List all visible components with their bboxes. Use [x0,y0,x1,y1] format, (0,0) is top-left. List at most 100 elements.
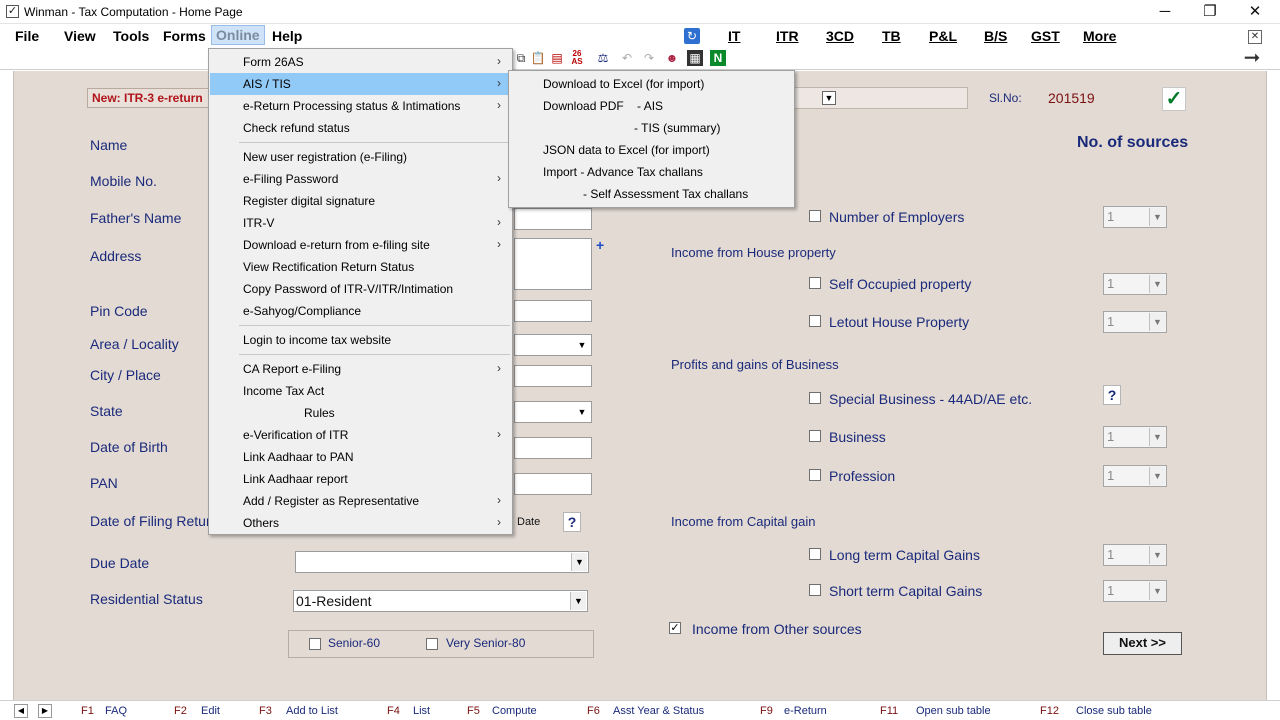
quick-link-3cd[interactable]: 3CD [826,28,854,44]
26as-icon[interactable]: 26 AS [569,50,585,66]
father-name-input[interactable] [514,208,592,230]
menu-tools[interactable]: Tools [108,27,154,45]
letout-spin[interactable]: 1 ▼ [1103,311,1167,333]
menu-item-refund-status[interactable]: Check refund status [210,117,511,139]
nav-right-icon[interactable]: ▶ [38,704,52,718]
menu-item-esahyog[interactable]: e-Sahyog/Compliance [210,300,511,322]
pan-input[interactable] [514,473,592,495]
nav-left-icon[interactable]: ◀ [14,704,28,718]
f5-compute-link[interactable]: Compute [492,705,537,717]
f11-open-sub-link[interactable]: Open sub table [916,705,991,717]
state-combo[interactable]: ▼ [514,401,592,423]
business-spin[interactable]: 1 ▼ [1103,426,1167,448]
self-occupied-spin[interactable]: 1 ▼ [1103,273,1167,295]
menu-item-others[interactable]: Others › [210,512,511,534]
menu-item-rectification-status[interactable]: View Rectification Return Status [210,256,511,278]
scale-icon[interactable]: ⚖ [595,50,611,66]
quick-link-pl[interactable]: P&L [929,28,957,44]
special-business-help-button[interactable]: ? [1103,385,1121,405]
profession-checkbox[interactable] [809,469,821,481]
due-date-combo[interactable]: ▼ [295,551,589,573]
menu-file[interactable]: File [10,27,44,45]
menu-item-efiling-password[interactable]: e-Filing Password › [210,168,511,190]
menu-item-form26as[interactable]: Form 26AS › [210,51,511,73]
undo-icon[interactable]: ↶ [619,50,635,66]
employers-spin[interactable]: 1 ▼ [1103,206,1167,228]
ltcg-checkbox[interactable] [809,548,821,560]
menu-item-ereturn-status[interactable]: e-Return Processing status & Intimations… [210,95,511,117]
menu-item-link-aadhaar-report[interactable]: Link Aadhaar report [210,468,511,490]
close-button[interactable]: ✕ [1240,2,1270,22]
menu-item-rules[interactable]: Rules [210,402,511,424]
film-icon[interactable]: ▦ [687,50,703,66]
assessee-combo[interactable]: ▼ [794,87,968,109]
f4-list-link[interactable]: List [413,705,430,717]
chevron-down-icon[interactable]: ▼ [1149,313,1165,331]
submenu-download-excel[interactable]: Download to Excel (for import) [543,77,704,91]
self-occupied-checkbox[interactable] [809,277,821,289]
redo-icon[interactable]: ↷ [641,50,657,66]
chevron-down-icon[interactable]: ▼ [571,553,587,571]
senior-60-checkbox[interactable] [309,638,321,650]
ltcg-spin[interactable]: 1 ▼ [1103,544,1167,566]
menu-item-ais-tis[interactable]: AIS / TIS › [210,73,511,95]
chevron-down-icon[interactable]: ▼ [822,91,836,105]
chevron-down-icon[interactable]: ▼ [574,336,590,354]
employers-checkbox[interactable] [809,210,821,222]
menu-item-download-ereturn[interactable]: Download e-return from e-filing site › [210,234,511,256]
quick-link-bs[interactable]: B/S [984,28,1007,44]
menu-item-link-aadhaar-pan[interactable]: Link Aadhaar to PAN [210,446,511,468]
other-sources-checkbox[interactable]: ✓ [669,622,681,634]
n-icon[interactable]: N [710,50,726,66]
chevron-down-icon[interactable]: ▼ [1149,582,1165,600]
chevron-down-icon[interactable]: ▼ [1149,275,1165,293]
arrow-right-icon[interactable]: ➞ [1240,48,1264,68]
menu-item-everification[interactable]: e-Verification of ITR › [210,424,511,446]
confirm-check-button[interactable]: ✓ [1162,87,1186,111]
menu-item-income-tax-act[interactable]: Income Tax Act [210,380,511,402]
chevron-down-icon[interactable]: ▼ [570,592,586,610]
copy-icon[interactable]: ⧉ [513,50,529,66]
submenu-tis-summary[interactable]: - TIS (summary) [634,121,720,135]
f12-close-sub-link[interactable]: Close sub table [1076,705,1152,717]
menu-help[interactable]: Help [267,27,307,45]
f2-edit-link[interactable]: Edit [201,705,220,717]
pin-code-input[interactable] [514,300,592,322]
menu-item-add-representative[interactable]: Add / Register as Representative › [210,490,511,512]
quick-link-tb[interactable]: TB [882,28,901,44]
chevron-down-icon[interactable]: ▼ [1149,428,1165,446]
menu-online[interactable]: Online [211,25,265,45]
pdf-icon[interactable]: ▤ [549,50,565,66]
next-button[interactable]: Next >> [1103,632,1182,655]
menu-item-copy-password[interactable]: Copy Password of ITR-V/ITR/Intimation [210,278,511,300]
residential-status-combo[interactable]: 01-Resident ▼ [293,590,588,612]
menu-item-digital-signature[interactable]: Register digital signature [210,190,511,212]
stcg-checkbox[interactable] [809,584,821,596]
refresh-icon[interactable]: ↻ [684,28,700,44]
f9-ereturn-link[interactable]: e-Return [784,705,827,717]
quick-link-itr[interactable]: ITR [776,28,799,44]
quick-link-it[interactable]: IT [728,28,740,44]
dob-input[interactable] [514,437,592,459]
chevron-down-icon[interactable]: ▼ [1149,208,1165,226]
f1-faq-link[interactable]: FAQ [105,705,127,717]
stcg-spin[interactable]: 1 ▼ [1103,580,1167,602]
help-question-button[interactable]: ? [563,512,581,532]
business-checkbox[interactable] [809,430,821,442]
letout-checkbox[interactable] [809,315,821,327]
quick-link-gst[interactable]: GST [1031,28,1060,44]
menu-item-login-website[interactable]: Login to income tax website [210,329,511,351]
close-child-icon[interactable]: ✕ [1248,30,1262,44]
user-icon[interactable]: ☻ [664,50,680,66]
special-business-checkbox[interactable] [809,392,821,404]
menu-item-itrv[interactable]: ITR-V › [210,212,511,234]
restore-button[interactable]: ❐ [1195,2,1225,22]
menu-item-ca-report[interactable]: CA Report e-Filing › [210,358,511,380]
submenu-json-excel[interactable]: JSON data to Excel (for import) [543,143,710,157]
profession-spin[interactable]: 1 ▼ [1103,465,1167,487]
chevron-down-icon[interactable]: ▼ [1149,467,1165,485]
paste-icon[interactable]: 📋 [530,50,546,66]
menu-view[interactable]: View [59,27,101,45]
chevron-down-icon[interactable]: ▼ [574,403,590,421]
add-address-icon[interactable]: + [596,237,604,253]
